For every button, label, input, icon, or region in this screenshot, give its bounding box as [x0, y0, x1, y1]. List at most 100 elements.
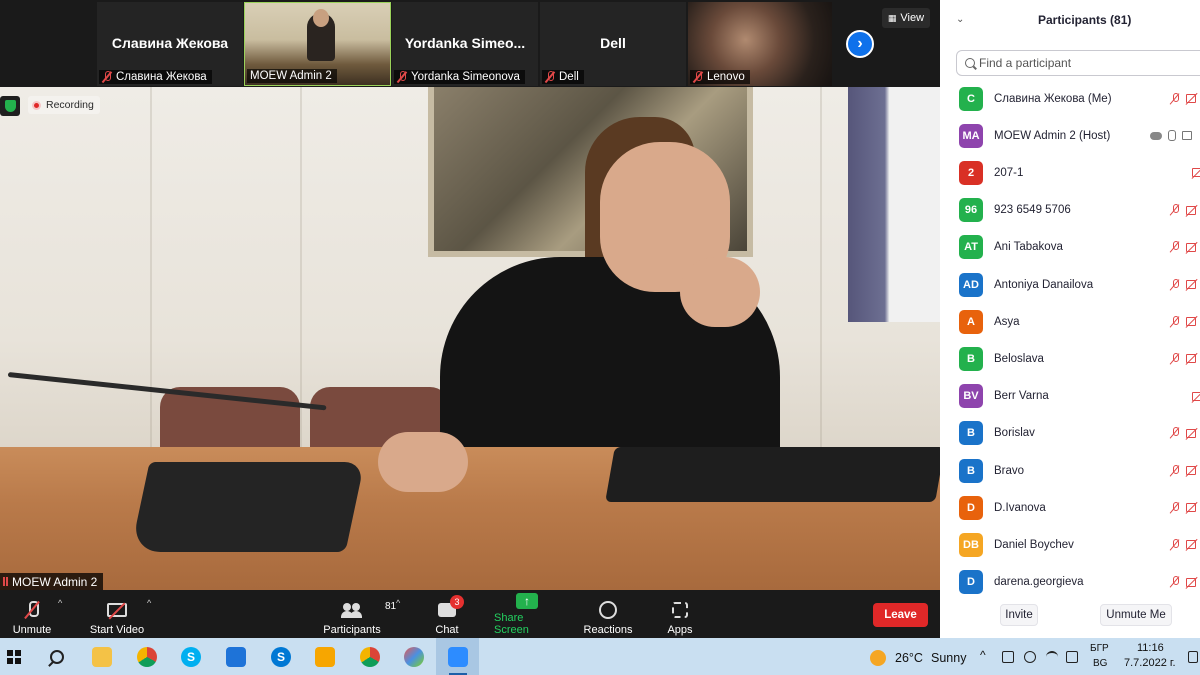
- participant-name: Asya: [994, 315, 1020, 328]
- participant-row[interactable]: D D.Ivanova: [940, 489, 1200, 526]
- notifications-icon[interactable]: [1188, 651, 1198, 663]
- speaker-icon[interactable]: [1066, 651, 1078, 663]
- skype-business-button[interactable]: S: [269, 645, 293, 669]
- participants-options-caret[interactable]: ^: [396, 598, 400, 608]
- weather-temperature[interactable]: 26°C: [895, 651, 923, 665]
- thumbnail-slavina[interactable]: Славина Жекова Славина Жекова: [97, 2, 243, 86]
- calendar-button[interactable]: [224, 645, 248, 669]
- microphone-icon: [1168, 130, 1176, 142]
- skype-button[interactable]: S: [179, 645, 203, 669]
- avatar: AT: [959, 235, 983, 260]
- chat-button[interactable]: 3 Chat: [430, 594, 464, 636]
- start-button[interactable]: [2, 645, 26, 669]
- wifi-icon[interactable]: [1046, 651, 1058, 663]
- taskbar-search-button[interactable]: [45, 645, 69, 669]
- view-label: View: [900, 12, 925, 24]
- participant-status-icons: [1170, 315, 1196, 328]
- participant-search[interactable]: [956, 50, 1200, 76]
- meeting-toolbar: Unmute ^ Start Video ^ 81 Participants ^…: [0, 590, 940, 638]
- thumbnail-moew-admin[interactable]: MOEW Admin 2: [244, 2, 391, 86]
- avatar: C: [959, 86, 983, 111]
- weather-condition[interactable]: Sunny: [931, 651, 966, 665]
- participant-row[interactable]: A Asya: [940, 303, 1200, 340]
- thumbnail-label: Славина Жекова: [99, 70, 212, 84]
- start-video-button[interactable]: Start Video: [88, 594, 146, 636]
- apps-button[interactable]: Apps: [664, 594, 696, 636]
- participant-row[interactable]: MA MOEW Admin 2 (Host): [940, 117, 1200, 154]
- chrome-profile-button[interactable]: [358, 645, 382, 669]
- participant-status-icons: [1170, 278, 1196, 291]
- outlook-button[interactable]: [313, 645, 337, 669]
- mic-muted-icon: [102, 71, 112, 83]
- view-button[interactable]: ▦ View: [882, 8, 930, 28]
- microphone-muted-icon: [1170, 241, 1180, 253]
- zoom-button[interactable]: [446, 645, 470, 669]
- unmute-button[interactable]: Unmute: [10, 594, 54, 636]
- participants-icon: [341, 603, 363, 618]
- security-shield-icon[interactable]: [0, 96, 20, 116]
- clock-time[interactable]: 11:16: [1137, 642, 1164, 654]
- participant-row[interactable]: Ddarena.georgieva: [940, 564, 1200, 601]
- thumbnail-dell[interactable]: Dell Dell: [540, 2, 686, 86]
- participant-row[interactable]: DB Daniel Boychev: [940, 526, 1200, 563]
- participants-button[interactable]: 81 Participants: [322, 594, 396, 636]
- search-icon: [965, 58, 975, 68]
- record-dot-icon: [32, 100, 41, 110]
- paint-button[interactable]: [402, 645, 426, 669]
- participant-row[interactable]: AD Antoniya Danailova: [940, 266, 1200, 303]
- skype-icon: S: [181, 647, 201, 667]
- file-explorer-button[interactable]: [90, 645, 114, 669]
- language-indicator[interactable]: БГР: [1090, 643, 1109, 654]
- chat-label: Chat: [435, 624, 459, 636]
- microphone-muted-icon: [1170, 538, 1180, 551]
- chevron-right-icon: ›: [857, 35, 863, 52]
- share-screen-button[interactable]: ↑ Share Screen: [494, 593, 560, 636]
- video-options-caret[interactable]: ^: [147, 598, 151, 608]
- participant-row[interactable]: B Borislav: [940, 415, 1200, 452]
- audio-options-caret[interactable]: ^: [58, 598, 62, 608]
- mail-icon: [315, 647, 335, 667]
- thumbnail-yordanka[interactable]: Yordanka Simeo... Yordanka Simeonova: [392, 2, 538, 86]
- participant-row[interactable]: C Славина Жекова (Me): [940, 80, 1200, 117]
- participant-status-icons: [1170, 204, 1196, 216]
- reactions-button[interactable]: Reactions: [583, 594, 633, 636]
- video-off-icon: [1186, 94, 1196, 103]
- invite-button[interactable]: Invite: [1000, 604, 1038, 626]
- participant-row[interactable]: B Bravo: [940, 452, 1200, 489]
- keyboard-layout[interactable]: BG: [1093, 658, 1107, 669]
- unmute-me-button[interactable]: Unmute Me: [1100, 604, 1172, 626]
- search-input[interactable]: [979, 56, 1179, 70]
- next-page-button[interactable]: ›: [846, 30, 874, 58]
- share-screen-icon: ↑: [516, 593, 538, 609]
- clock-date[interactable]: 7.7.2022 г.: [1124, 657, 1176, 669]
- microphone-muted-icon: [1170, 315, 1180, 328]
- participant-name: Borislav: [994, 427, 1035, 440]
- device-icon[interactable]: [1002, 651, 1014, 663]
- participant-row[interactable]: 2 207-1: [940, 154, 1200, 191]
- participant-row[interactable]: B Beloslava: [940, 340, 1200, 377]
- person-hand: [680, 257, 760, 327]
- weather-sun-icon[interactable]: [870, 650, 886, 666]
- chevron-up-icon[interactable]: ^: [980, 648, 986, 662]
- thumbnail-name: Славина Жекова: [111, 35, 229, 51]
- video-off-icon: [1186, 280, 1196, 289]
- video-off-icon: [1186, 503, 1196, 513]
- participant-name: darena.georgieva: [994, 576, 1084, 589]
- participant-row[interactable]: BV Berr Varna: [940, 378, 1200, 415]
- participant-status-icons: [1170, 241, 1196, 253]
- windows-taskbar: S S: [0, 638, 1200, 675]
- participant-row[interactable]: 96 923 6549 5706: [940, 192, 1200, 229]
- chrome-button[interactable]: [135, 645, 159, 669]
- thumbnail-lenovo[interactable]: Lenovo: [688, 2, 832, 86]
- mic-muted-icon: [545, 71, 555, 83]
- participant-list: C Славина Жекова (Me) MA MOEW Admin 2 (Host…: [940, 80, 1200, 595]
- leave-button[interactable]: Leave: [873, 603, 928, 627]
- participant-row[interactable]: AT Ani Tabakova: [940, 229, 1200, 266]
- participants-label: Participants: [323, 624, 381, 636]
- chevron-down-icon[interactable]: ⌄: [956, 14, 964, 25]
- video-off-icon: [1186, 242, 1196, 252]
- sync-icon[interactable]: [1024, 651, 1036, 663]
- recording-indicator[interactable]: Recording: [28, 96, 100, 114]
- meeting-area: Славина Жекова Славина Жекова MOEW Admin…: [0, 0, 940, 638]
- participant-name: Beloslava: [994, 352, 1044, 365]
